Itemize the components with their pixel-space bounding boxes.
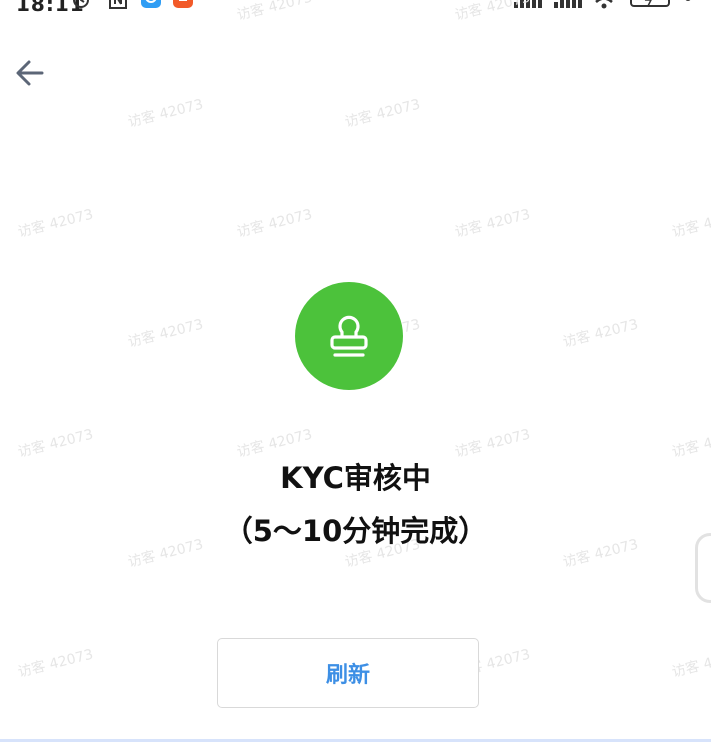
refresh-button[interactable]: 刷新 [217,638,479,708]
watermark-text: 访客 42073 [670,206,711,241]
watermark-text: 访客 42073 [16,646,95,681]
status-bar: 18:11 [0,0,711,18]
dots-icon [685,0,691,1]
watermark-text: 访客 42073 [126,96,205,131]
signal-icon [554,0,582,8]
app-notification-icon [173,0,193,8]
watermark-text: 访客 42073 [343,96,422,131]
watermark-text: 访客 42073 [453,206,532,241]
battery-icon [630,0,670,7]
nfc-icon [109,0,127,9]
signal-icon [514,0,542,8]
watermark-text: 访客 42073 [16,206,95,241]
status-subtitle: （5～10分钟完成） [223,514,488,548]
wifi-icon [595,0,613,9]
alarm-icon [73,0,89,8]
edge-handle[interactable] [695,533,711,603]
status-title: KYC审核中 [280,461,431,495]
stamp-icon [330,315,368,357]
watermark-text: 访客 42073 [670,646,711,681]
watermark-text: 访客 42073 [126,316,205,351]
back-button[interactable] [12,55,48,91]
watermark-text: 访客 42073 [235,206,314,241]
app-notification-icon [141,0,161,8]
watermark-text: 访客 42073 [561,316,640,351]
arrow-left-icon [16,60,44,86]
status-icon-circle [295,282,403,390]
